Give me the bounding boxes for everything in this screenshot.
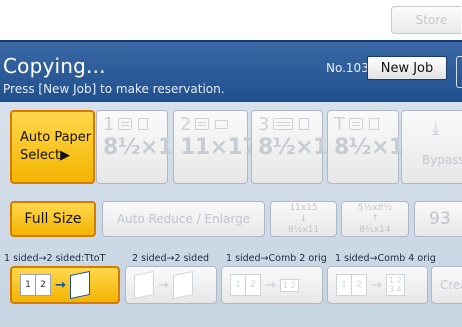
duplex-page-icon <box>134 270 154 300</box>
create-margin-button[interactable]: Crea <box>431 266 462 304</box>
tray-1-button[interactable]: 1 8½×11 <box>96 110 188 184</box>
auto-paper-select-button[interactable]: Auto Paper Select▶ <box>10 110 95 184</box>
tray-2-button[interactable]: 2 11×17 <box>173 110 258 184</box>
page-1-icon: 1 <box>336 274 352 296</box>
page-2-icon: 2 <box>245 274 261 296</box>
ratio-to: 8½x11 <box>287 224 320 235</box>
tray-t-button[interactable]: T 8½×11 <box>327 110 419 184</box>
auto-paper-label-2: Select▶ <box>20 148 71 163</box>
ratio-preset-1-button[interactable]: 11x15 ↓ 8½x11 <box>270 201 337 237</box>
page-1-icon: 1 <box>230 274 246 296</box>
page-title: Copying... <box>3 54 106 78</box>
tray-icon <box>349 118 363 130</box>
arrow-up-icon: ↑ <box>371 213 379 224</box>
duplex-label-1: 1 sided→2 sided:TtoT <box>4 253 106 264</box>
tray-number: 1 <box>103 113 115 135</box>
tray-icon <box>273 118 294 130</box>
paper-icon <box>369 118 379 130</box>
tray-size: 8½×11 <box>334 135 419 160</box>
full-size-button[interactable]: Full Size <box>10 201 96 237</box>
tray-3-button[interactable]: 3 8½×11 <box>251 110 343 184</box>
page-2-icon: 2 <box>35 274 51 296</box>
store-button[interactable]: Store <box>391 6 461 34</box>
tray-number: 2 <box>180 113 192 135</box>
tray-size: 11×17 <box>180 135 258 160</box>
bypass-arrow-icon: ⤓ <box>432 119 440 139</box>
paper-icon <box>299 118 310 130</box>
ratio-from: 5½x8½ <box>357 202 393 213</box>
arrow-right-icon: → <box>158 277 169 293</box>
tray-number: T <box>334 113 345 135</box>
tray-size: 8½×11 <box>103 135 188 160</box>
duplex-1to2-button[interactable]: 12 → <box>10 266 120 304</box>
side-panel-edge[interactable] <box>456 56 462 88</box>
combined-page-icon: 1 2 <box>279 278 299 292</box>
tray-icon <box>118 118 133 130</box>
ratio-preset-2-button[interactable]: 5½x8½ ↑ 8½x14 <box>341 201 409 237</box>
arrow-right-icon: → <box>55 277 66 293</box>
bypass-label: Bypass <box>422 153 462 167</box>
status-message: Press [New Job] to make reservation. <box>3 82 225 96</box>
duplex-label-2: 2 sided→2 sided <box>132 253 210 264</box>
duplex-label-4: 1 sided→Comb 4 orig <box>335 253 436 264</box>
duplex-page-icon <box>172 270 193 300</box>
tray-number: 3 <box>258 113 270 135</box>
page-2-icon: 2 <box>351 274 367 296</box>
arrow-down-icon: ↓ <box>299 213 308 224</box>
ratio-to: 8½x14 <box>359 224 391 235</box>
bypass-tray-button[interactable]: ⤓ Bypass <box>401 110 462 184</box>
duplex-2to2-button[interactable]: → <box>125 266 217 304</box>
bottom-strip <box>0 314 462 327</box>
auto-paper-label-1: Auto Paper <box>20 130 92 145</box>
paper-icon <box>215 119 229 129</box>
tray-size: 8½×11 <box>258 135 343 160</box>
arrow-right-icon: → <box>371 277 382 293</box>
paper-icon <box>138 118 149 130</box>
duplex-label-3: 1 sided→Comb 2 orig <box>226 253 327 264</box>
auto-reduce-enlarge-button[interactable]: Auto Reduce / Enlarge <box>102 201 265 237</box>
arrow-right-icon: → <box>265 277 276 293</box>
page-1-icon: 1 <box>20 274 36 296</box>
tray-icon <box>195 118 210 130</box>
combine-2-button[interactable]: 12 → 1 2 <box>221 266 323 304</box>
ratio-preset-3-button[interactable]: 93 <box>414 201 462 237</box>
duplex-page-icon <box>69 270 90 300</box>
combined-page-icon: 1 23 4 <box>385 274 405 296</box>
ratio-from: 11x15 <box>289 202 318 213</box>
new-job-button[interactable]: New Job <box>367 56 447 80</box>
combine-4-button[interactable]: 12 → 1 23 4 <box>327 266 428 304</box>
job-number: No.103 <box>326 61 369 75</box>
